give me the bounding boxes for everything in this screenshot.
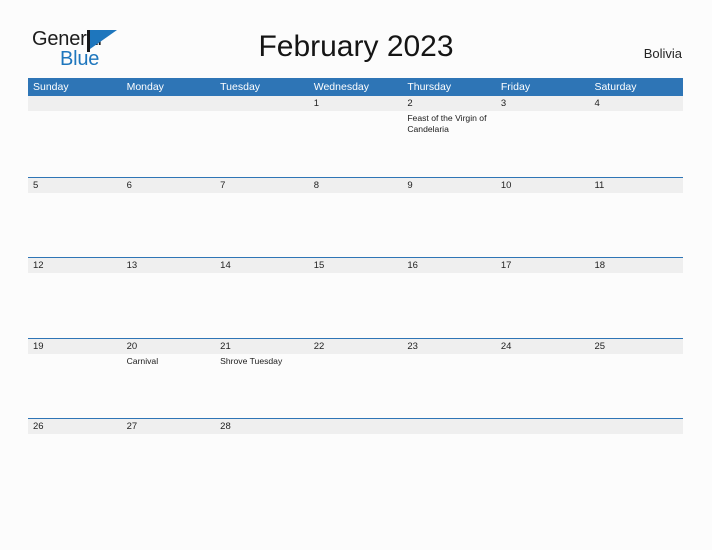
- calendar-day-cell[interactable]: 2 Feast of the Virgin of Candelaria: [402, 96, 496, 177]
- calendar-day-cell[interactable]: 6: [122, 178, 216, 258]
- calendar-day-cell[interactable]: 22: [309, 339, 403, 419]
- calendar-day-cell[interactable]: 1: [309, 96, 403, 177]
- calendar-cell-empty: [28, 96, 122, 177]
- weekday-header-thursday: Thursday: [407, 81, 452, 93]
- day-number: 25: [594, 340, 606, 352]
- calendar-day-cell[interactable]: 11: [589, 178, 683, 258]
- day-number: 23: [407, 340, 418, 352]
- day-number: 18: [594, 260, 606, 271]
- day-number: 5: [33, 179, 39, 191]
- weekday-header-tuesday: Tuesday: [220, 81, 261, 93]
- calendar-day-cell[interactable]: 20 Carnival: [122, 339, 216, 419]
- weekday-header-friday: Friday: [500, 81, 531, 93]
- calendar-day-cell[interactable]: 21 Shrove Tuesday: [215, 339, 309, 419]
- day-number: 10: [500, 179, 512, 191]
- calendar-day-cell[interactable]: 10: [496, 178, 590, 258]
- calendar-day-cell[interactable]: 9: [402, 178, 496, 258]
- day-number: 2: [407, 98, 413, 109]
- day-number: 9: [407, 179, 413, 191]
- day-number: 27: [126, 421, 138, 432]
- calendar-cell-empty: [122, 96, 216, 177]
- week-cells: 12 13 14 15 16 17 18: [28, 258, 683, 338]
- calendar-cell-empty: [589, 419, 683, 499]
- page-title: February 2023: [258, 30, 454, 63]
- calendar-day-cell[interactable]: 25: [589, 339, 683, 419]
- calendar-day-cell[interactable]: 3: [496, 96, 590, 177]
- week-cells: 1 2 Feast of the Virgin of Candelaria 3 4: [28, 96, 683, 177]
- day-number: 7: [220, 179, 226, 191]
- calendar-day-cell[interactable]: 7: [215, 178, 309, 258]
- day-number: 8: [313, 179, 320, 191]
- holiday-event-label: Shrove Tuesday: [220, 355, 283, 366]
- calendar-cell-empty: [402, 419, 496, 499]
- calendar-cell-empty: [215, 96, 309, 177]
- day-number: 13: [126, 260, 138, 271]
- calendar-day-cell[interactable]: 19: [28, 339, 122, 419]
- calendar-page: General Blue February 2023 Bolivia Sunda…: [0, 0, 712, 550]
- day-number: 15: [313, 260, 325, 271]
- calendar-cell-empty: [309, 419, 403, 499]
- day-number: 21: [220, 340, 231, 352]
- day-number: 28: [220, 421, 231, 432]
- country-label: Bolivia: [643, 46, 682, 61]
- calendar-cell-empty: [496, 419, 590, 499]
- day-number: 11: [594, 179, 605, 191]
- day-number: 3: [500, 98, 507, 109]
- week-cells: 26 27 28: [28, 419, 683, 499]
- holiday-event-label: Feast of the Virgin of Candelaria: [407, 113, 487, 134]
- day-number: 26: [33, 421, 44, 432]
- calendar-day-cell[interactable]: 17: [496, 258, 590, 338]
- calendar-day-cell[interactable]: 16: [402, 258, 496, 338]
- day-events: Feast of the Virgin of Candelaria: [407, 111, 496, 134]
- weekday-header-wednesday: Wednesday: [313, 81, 369, 93]
- weekday-header-saturday: Saturday: [594, 81, 637, 93]
- day-number: 1: [313, 98, 320, 109]
- calendar-day-cell[interactable]: 4: [589, 96, 683, 177]
- calendar-day-cell[interactable]: 14: [215, 258, 309, 338]
- calendar-week-row: 12 13 14 15 16 17 18: [28, 257, 683, 338]
- calendar-day-cell[interactable]: 24: [496, 339, 590, 419]
- calendar-grid: Sunday Monday Tuesday Wednesday Thursday Frid…: [28, 78, 683, 499]
- holiday-event-label: Carnival: [126, 355, 159, 366]
- day-number: 12: [33, 260, 44, 271]
- day-number: 6: [126, 179, 132, 191]
- day-number: 16: [407, 260, 418, 271]
- day-number: 14: [220, 260, 231, 271]
- calendar-day-cell[interactable]: 5: [28, 178, 122, 258]
- page-header: General Blue February 2023 Bolivia: [0, 0, 712, 78]
- day-number: 4: [594, 98, 600, 109]
- calendar-day-cell[interactable]: 12: [28, 258, 122, 338]
- calendar-week-row: 19 20 Carnival 21 Shrove Tuesday 22 23 24 25: [28, 337, 683, 419]
- day-number: 24: [500, 340, 512, 352]
- calendar-day-cell[interactable]: 26: [28, 419, 122, 499]
- calendar-day-cell[interactable]: 15: [309, 258, 403, 338]
- week-cells: 5 6 7 8 9 10 11: [28, 178, 683, 258]
- week-cells: 19 20 Carnival 21 Shrove Tuesday 22 23 24 25: [28, 339, 683, 419]
- day-number: 20: [126, 340, 138, 352]
- calendar-week-row: 1 2 Feast of the Virgin of Candelaria 3 4: [28, 96, 683, 177]
- day-events: Carnival: [127, 354, 216, 367]
- day-number: 19: [33, 340, 44, 352]
- day-number: 17: [500, 260, 512, 271]
- weekday-header-monday: Monday: [126, 81, 164, 93]
- calendar-week-row: 5 6 7 8 9 10 11: [28, 176, 683, 258]
- calendar-weeks: 1 2 Feast of the Virgin of Candelaria 3 4 5 6 7…: [28, 96, 683, 499]
- calendar-day-cell[interactable]: 13: [122, 258, 216, 338]
- calendar-week-row: 26 27 28: [28, 418, 683, 499]
- calendar-day-cell[interactable]: 27: [122, 419, 216, 499]
- calendar-day-cell[interactable]: 28: [215, 419, 309, 499]
- calendar-day-cell[interactable]: 8: [309, 178, 403, 258]
- weekday-header-sunday: Sunday: [33, 81, 69, 93]
- weekday-header-row: Sunday Monday Tuesday Wednesday Thursday Frid…: [28, 78, 683, 96]
- calendar-day-cell[interactable]: 23: [402, 339, 496, 419]
- calendar-day-cell[interactable]: 18: [589, 258, 683, 338]
- day-number: 22: [313, 340, 325, 352]
- day-events: Shrove Tuesday: [220, 354, 309, 367]
